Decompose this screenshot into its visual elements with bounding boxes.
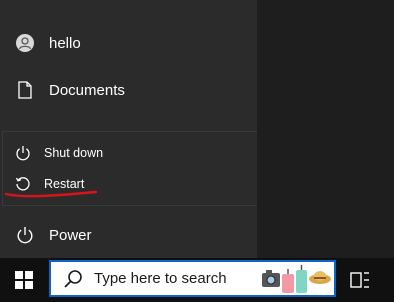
user-name-label: hello	[49, 34, 81, 52]
shut-down-button[interactable]: Shut down	[3, 138, 257, 168]
restart-button[interactable]: Restart	[3, 169, 257, 199]
power-label: Power	[49, 226, 92, 244]
document-icon	[16, 81, 34, 99]
search-placeholder: Type here to search	[94, 270, 227, 287]
shut-down-label: Shut down	[44, 146, 104, 160]
power-button[interactable]: Power	[0, 215, 257, 255]
power-options-flyout: Shut down Restart	[2, 131, 258, 206]
restart-icon	[15, 176, 31, 192]
restart-label: Restart	[44, 177, 85, 191]
windows-logo-icon	[15, 271, 33, 289]
start-menu: hello Documents Shut down Restart Power	[0, 0, 258, 258]
search-icon	[64, 269, 82, 288]
start-button[interactable]	[0, 258, 48, 302]
documents-label: Documents	[49, 81, 125, 99]
user-avatar-icon	[16, 34, 34, 52]
taskbar: Type here to search	[0, 258, 394, 302]
power-icon	[15, 145, 31, 161]
user-account-button[interactable]: hello	[0, 23, 257, 63]
taskbar-search-box[interactable]: Type here to search	[49, 260, 336, 297]
start-tiles-pane	[257, 0, 394, 258]
power-icon	[16, 226, 34, 244]
documents-button[interactable]: Documents	[0, 70, 257, 110]
task-view-icon	[350, 272, 369, 288]
task-view-button[interactable]	[346, 266, 374, 294]
search-highlight-illustration	[262, 265, 331, 293]
